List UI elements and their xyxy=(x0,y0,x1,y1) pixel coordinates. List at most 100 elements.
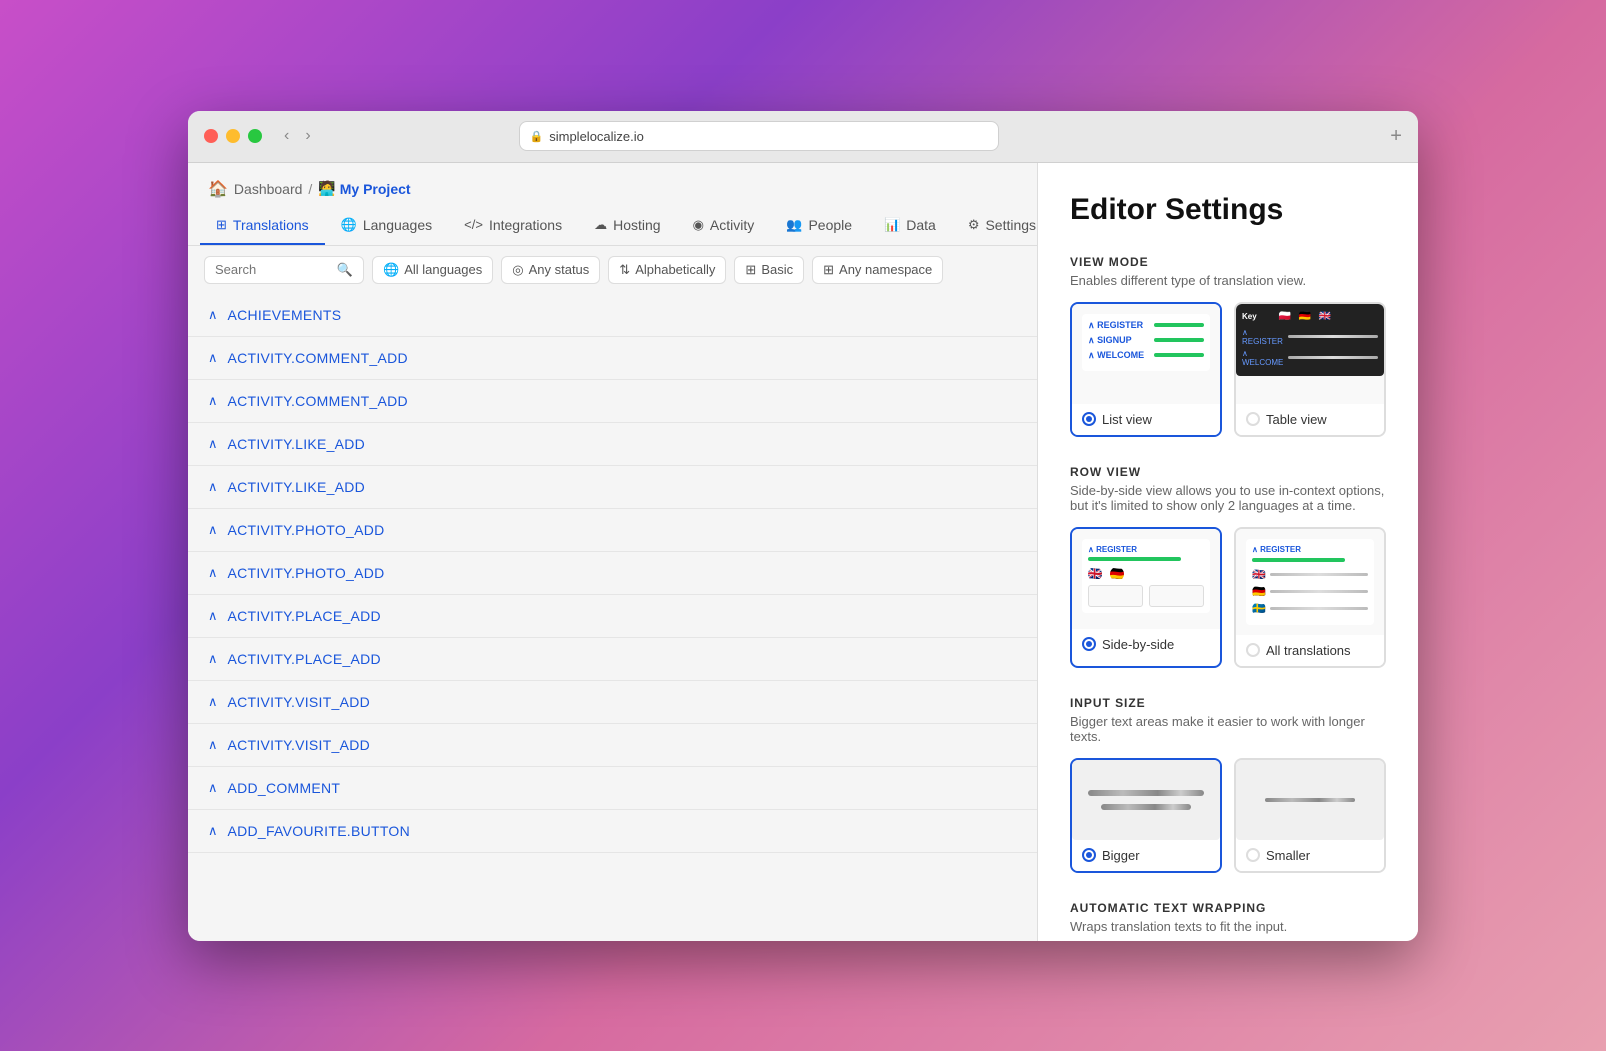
translation-key: ACTIVITY.PHOTO_ADD xyxy=(228,565,385,581)
people-icon: 👥 xyxy=(786,217,802,233)
row-view-options: ∧ REGISTER 🇬🇧 🇩🇪 xyxy=(1070,527,1386,668)
translation-item[interactable]: ∧ ACTIVITY.PHOTO_ADD xyxy=(188,509,1037,552)
translation-item[interactable]: ∧ ACTIVITY.PLACE_ADD xyxy=(188,595,1037,638)
view-mode-desc: Enables different type of translation vi… xyxy=(1070,273,1386,288)
translation-item[interactable]: ∧ ADD_FAVOURITE.BUTTON xyxy=(188,810,1037,853)
tab-languages[interactable]: 🌐 Languages xyxy=(325,207,448,245)
languages-icon: 🌐 xyxy=(341,217,357,233)
chevron-icon: ∧ xyxy=(208,522,218,538)
chevron-icon: ∧ xyxy=(208,479,218,495)
translation-item[interactable]: ∧ ACTIVITY.LIKE_ADD xyxy=(188,466,1037,509)
table-view-radio[interactable] xyxy=(1246,412,1260,426)
translation-key: ADD_FAVOURITE.BUTTON xyxy=(228,823,410,839)
search-box[interactable]: 🔍 xyxy=(204,256,364,284)
nav-arrows: ‹ › xyxy=(278,123,317,149)
list-view-label: List view xyxy=(1072,404,1220,435)
chevron-icon: ∧ xyxy=(208,780,218,796)
translation-item[interactable]: ∧ ADD_COMMENT xyxy=(188,767,1037,810)
minimize-button[interactable] xyxy=(226,129,240,143)
row-view-heading: ROW VIEW xyxy=(1070,465,1386,479)
translation-key: ACTIVITY.VISIT_ADD xyxy=(228,737,370,753)
dashboard-link[interactable]: Dashboard xyxy=(234,181,303,197)
view-mode-section: VIEW MODE Enables different type of tran… xyxy=(1070,255,1386,437)
translation-item[interactable]: ∧ ACTIVITY.PHOTO_ADD xyxy=(188,552,1037,595)
smaller-radio[interactable] xyxy=(1246,848,1260,862)
bigger-option[interactable]: Bigger xyxy=(1070,758,1222,873)
left-panel: 🏠 Dashboard / 🧑‍💻 My Project ⊞ Translati… xyxy=(188,163,1038,941)
tab-people[interactable]: 👥 People xyxy=(770,207,868,245)
tab-hosting[interactable]: ☁ Hosting xyxy=(578,207,676,245)
input-size-options: Bigger Smaller xyxy=(1070,758,1386,873)
alltranslations-option[interactable]: ∧ REGISTER 🇬🇧 🇩🇪 xyxy=(1234,527,1386,668)
forward-button[interactable]: › xyxy=(299,123,316,149)
tab-translations[interactable]: ⊞ Translations xyxy=(200,207,325,245)
titlebar: ‹ › 🔒 simplelocalize.io + xyxy=(188,111,1418,163)
project-name: 🧑‍💻 My Project xyxy=(318,180,410,197)
sidebyside-radio[interactable] xyxy=(1082,637,1096,651)
bigger-label: Bigger xyxy=(1072,840,1220,871)
namespace-icon: ⊞ xyxy=(823,262,834,278)
breadcrumb: 🏠 Dashboard / 🧑‍💻 My Project xyxy=(188,163,1037,207)
hosting-icon: ☁ xyxy=(594,217,607,233)
project-icon: 🧑‍💻 xyxy=(318,180,335,197)
translations-icon: ⊞ xyxy=(216,217,227,233)
translation-key: ACTIVITY.COMMENT_ADD xyxy=(228,393,408,409)
new-tab-button[interactable]: + xyxy=(1390,125,1402,148)
translation-key: ACTIVITY.PLACE_ADD xyxy=(228,608,381,624)
translation-key: ADD_COMMENT xyxy=(228,780,341,796)
data-icon: 📊 xyxy=(884,217,900,233)
smaller-label: Smaller xyxy=(1236,840,1384,871)
integrations-icon: </> xyxy=(464,217,483,232)
sidebyside-option[interactable]: ∧ REGISTER 🇬🇧 🇩🇪 xyxy=(1070,527,1222,668)
translation-item[interactable]: ∧ ACHIEVEMENTS xyxy=(188,294,1037,337)
translation-item[interactable]: ∧ ACTIVITY.COMMENT_ADD xyxy=(188,380,1037,423)
chevron-icon: ∧ xyxy=(208,608,218,624)
translation-item[interactable]: ∧ ACTIVITY.PLACE_ADD xyxy=(188,638,1037,681)
chevron-icon: ∧ xyxy=(208,307,218,323)
table-view-option[interactable]: Key 🇵🇱 🇩🇪 🇬🇧 ∧ REGISTER xyxy=(1234,302,1386,437)
alltranslations-radio[interactable] xyxy=(1246,643,1260,657)
list-view-radio[interactable] xyxy=(1082,412,1096,426)
translation-key: ACTIVITY.LIKE_ADD xyxy=(228,436,366,452)
sort-filter[interactable]: ⇅ Alphabetically xyxy=(608,256,726,284)
sort-icon: ⇅ xyxy=(619,262,630,278)
list-view-preview: ∧ REGISTER ∧ SIGNUP ∧ WELCOME xyxy=(1072,304,1220,404)
back-button[interactable]: ‹ xyxy=(278,123,295,149)
chevron-icon: ∧ xyxy=(208,393,218,409)
language-filter[interactable]: 🌐 All languages xyxy=(372,256,493,284)
status-filter[interactable]: ◎ Any status xyxy=(501,256,600,284)
url-text: simplelocalize.io xyxy=(549,129,644,144)
search-input[interactable] xyxy=(215,262,331,277)
namespace-filter[interactable]: ⊞ Any namespace xyxy=(812,256,943,284)
url-bar[interactable]: 🔒 simplelocalize.io xyxy=(519,121,999,151)
language-filter-icon: 🌐 xyxy=(383,262,399,278)
bigger-radio[interactable] xyxy=(1082,848,1096,862)
tab-activity[interactable]: ◉ Activity xyxy=(677,207,771,245)
translation-key: ACTIVITY.LIKE_ADD xyxy=(228,479,366,495)
translation-key: ACTIVITY.COMMENT_ADD xyxy=(228,350,408,366)
list-view-option[interactable]: ∧ REGISTER ∧ SIGNUP ∧ WELCOME xyxy=(1070,302,1222,437)
auto-wrap-heading: AUTOMATIC TEXT WRAPPING xyxy=(1070,901,1386,915)
view-mode-heading: VIEW MODE xyxy=(1070,255,1386,269)
translation-key: ACTIVITY.PHOTO_ADD xyxy=(228,522,385,538)
toolbar: 🔍 🌐 All languages ◎ Any status ⇅ Alphabe… xyxy=(188,246,1037,294)
translation-item[interactable]: ∧ ACTIVITY.LIKE_ADD xyxy=(188,423,1037,466)
auto-wrap-section: AUTOMATIC TEXT WRAPPING Wraps translatio… xyxy=(1070,901,1386,941)
translation-item[interactable]: ∧ ACTIVITY.VISIT_ADD xyxy=(188,681,1037,724)
translation-item[interactable]: ∧ ACTIVITY.COMMENT_ADD xyxy=(188,337,1037,380)
view-icon: ⊞ xyxy=(745,262,756,278)
tab-integrations[interactable]: </> Integrations xyxy=(448,207,578,245)
status-filter-icon: ◎ xyxy=(512,262,523,278)
fullscreen-button[interactable] xyxy=(248,129,262,143)
tab-data[interactable]: 📊 Data xyxy=(868,207,952,245)
view-filter[interactable]: ⊞ Basic xyxy=(734,256,804,284)
home-icon: 🏠 xyxy=(208,179,228,199)
translation-item[interactable]: ∧ ACTIVITY.VISIT_ADD xyxy=(188,724,1037,767)
smaller-option[interactable]: Smaller xyxy=(1234,758,1386,873)
chevron-icon: ∧ xyxy=(208,651,218,667)
nav-tabs: ⊞ Translations 🌐 Languages </> Integrati… xyxy=(188,207,1037,246)
alltranslations-label: All translations xyxy=(1236,635,1384,666)
table-view-label: Table view xyxy=(1236,404,1384,435)
close-button[interactable] xyxy=(204,129,218,143)
breadcrumb-separator: / xyxy=(308,181,312,197)
